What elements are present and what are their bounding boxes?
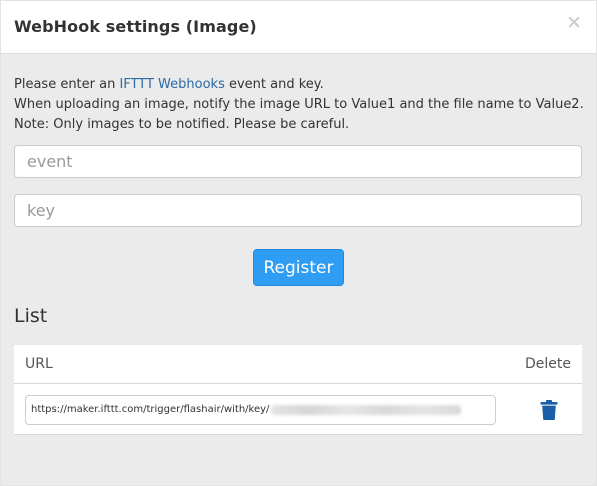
instruction-line-1-suffix: event and key. — [224, 77, 324, 92]
instruction-line-1-prefix: Please enter an — [14, 77, 120, 92]
instructions: Please enter an IFTTT Webhooks event and… — [14, 75, 584, 135]
webhook-settings-dialog: WebHook settings (Image) × Please enter … — [0, 0, 597, 486]
webhook-url-field[interactable]: https://maker.ifttt.com/trigger/flashair… — [25, 395, 496, 425]
webhook-url-text: https://maker.ifttt.com/trigger/flashair… — [31, 404, 270, 415]
trash-icon — [540, 400, 558, 420]
redacted-key-blur — [271, 405, 462, 415]
list-heading: List — [14, 305, 48, 327]
url-column-header: URL — [25, 356, 53, 372]
webhook-list-table: URL Delete https://maker.ifttt.com/trigg… — [14, 345, 582, 435]
close-icon[interactable]: × — [566, 13, 582, 32]
key-input[interactable] — [14, 194, 582, 227]
event-input[interactable] — [14, 145, 582, 178]
ifttt-webhooks-link[interactable]: IFTTT Webhooks — [119, 77, 224, 92]
register-button[interactable]: Register — [253, 249, 344, 286]
table-row: https://maker.ifttt.com/trigger/flashair… — [14, 384, 582, 435]
instruction-line-2: When uploading an image, notify the imag… — [14, 97, 584, 112]
instruction-line-1: Please enter an IFTTT Webhooks event and… — [14, 75, 584, 95]
table-header-row: URL Delete — [14, 345, 582, 384]
dialog-title: WebHook settings (Image) — [14, 17, 257, 36]
instruction-line-3: Note: Only images to be notified. Please… — [14, 117, 350, 132]
delete-button[interactable] — [540, 400, 558, 420]
delete-column-header: Delete — [525, 356, 571, 372]
dialog-header: WebHook settings (Image) × — [1, 1, 596, 54]
